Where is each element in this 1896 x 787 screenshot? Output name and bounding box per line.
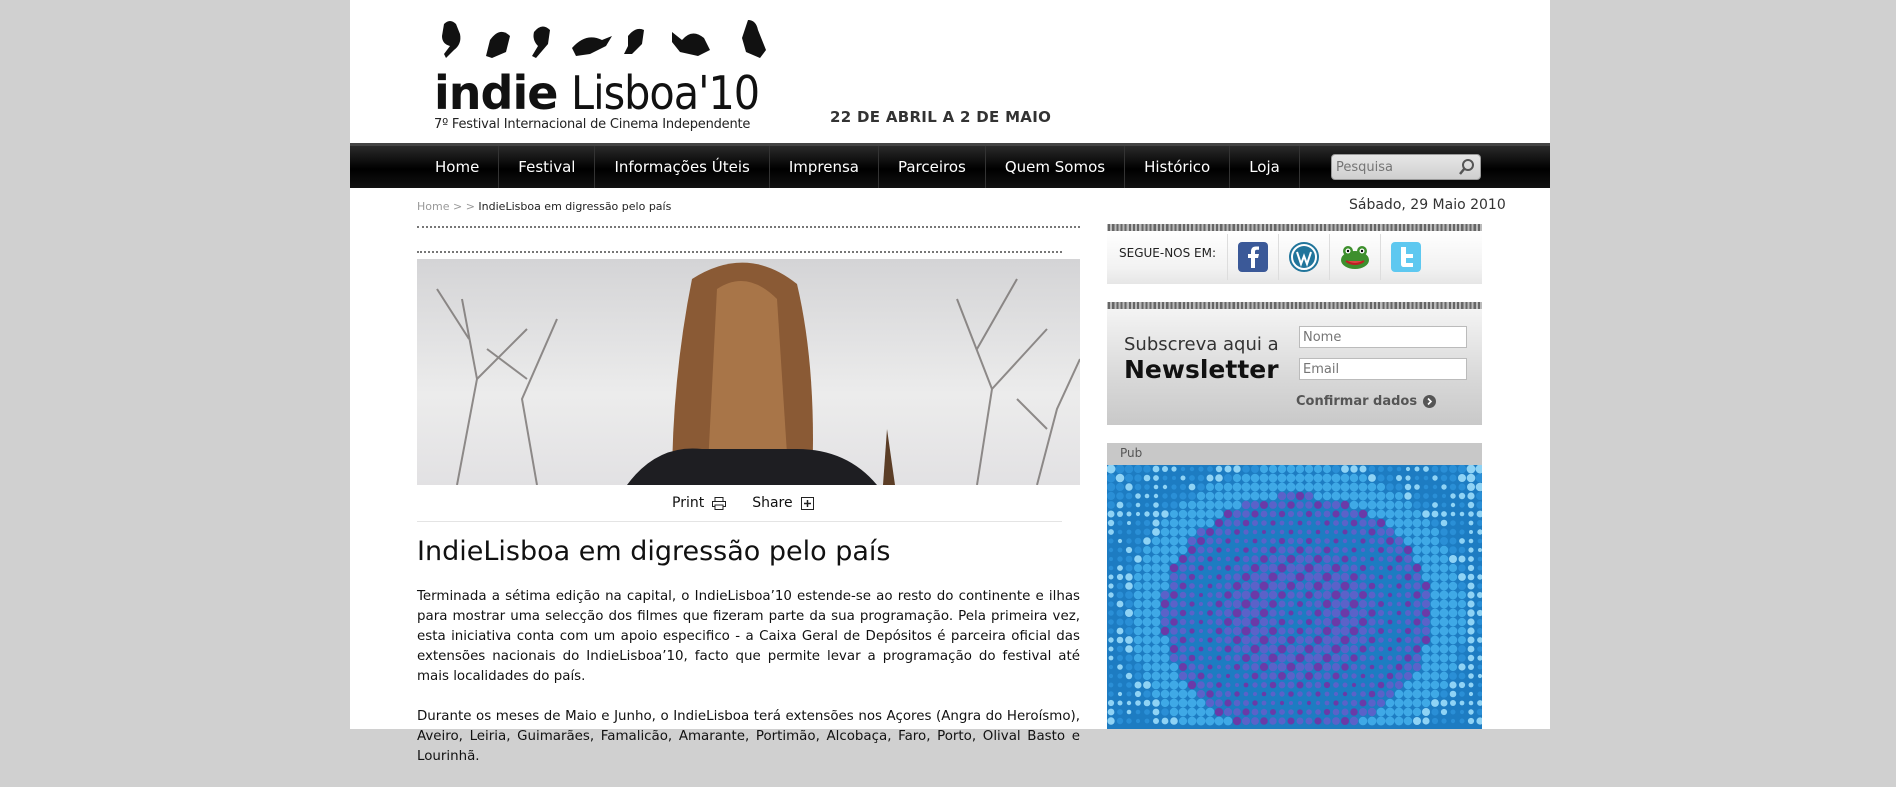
nav-parceiros[interactable]: Parceiros [879, 146, 986, 188]
nav-historico[interactable]: Histórico [1125, 146, 1231, 188]
facebook-link[interactable] [1227, 234, 1278, 280]
breadcrumb-home[interactable]: Home [417, 200, 449, 213]
newsletter-box: Subscreva aqui a Newsletter Confirmar da… [1107, 302, 1482, 425]
advert-label: Pub [1120, 446, 1143, 460]
share-button[interactable]: Share [752, 495, 814, 511]
print-button[interactable]: Print [672, 495, 727, 511]
nav-informacoes-uteis[interactable]: Informações Úteis [595, 146, 770, 188]
article-toolbar: Print Share [672, 495, 814, 511]
arrow-circle-icon [1423, 395, 1437, 408]
wordpress-icon [1289, 242, 1319, 272]
myspace-link[interactable] [1329, 234, 1380, 280]
newsletter-name-field[interactable] [1299, 326, 1467, 348]
search-input[interactable] [1336, 157, 1456, 177]
nav-quem-somos[interactable]: Quem Somos [986, 146, 1126, 188]
page: indie Lisboa'10 7º Festival Internaciona… [350, 0, 1550, 764]
current-date: Sábado, 29 Maio 2010 [1349, 197, 1506, 213]
newsletter-email-field[interactable] [1299, 358, 1467, 380]
breadcrumb-separator: > > [449, 200, 479, 213]
confirm-label: Confirmar dados [1296, 394, 1418, 409]
article-paragraph: Durante os meses de Maio e Junho, o Indi… [417, 709, 1080, 764]
nav-festival[interactable]: Festival [499, 146, 596, 188]
festival-logo[interactable]: indie Lisboa'10 7º Festival Internaciona… [432, 12, 782, 132]
main-nav: Home Festival Informações Úteis Imprensa… [350, 143, 1550, 188]
plus-box-icon [800, 496, 814, 510]
nav-imprensa[interactable]: Imprensa [770, 146, 879, 188]
newsletter-confirm-button[interactable]: Confirmar dados [1296, 394, 1437, 409]
festival-dates: 22 DE ABRIL A 2 DE MAIO [830, 108, 1052, 126]
search-icon[interactable] [1458, 158, 1476, 176]
search-box [1331, 154, 1481, 180]
article-title: IndieLisboa em digressão pelo país [417, 536, 891, 567]
logo-subtitle: 7º Festival Internacional de Cinema Inde… [434, 117, 751, 132]
myspace-frog-icon [1341, 246, 1369, 269]
follow-label: SEGUE-NOS EM: [1119, 246, 1217, 260]
breadcrumb-current: IndieLisboa em digressão pelo país [478, 200, 672, 213]
facebook-icon [1238, 242, 1268, 272]
follow-us-box: SEGUE-NOS EM: [1107, 224, 1482, 284]
logo-wordmark: indie Lisboa'10 [434, 66, 760, 120]
twitter-icon [1391, 242, 1421, 272]
nav-home[interactable]: Home [416, 146, 500, 188]
article-hero-image [417, 259, 1080, 485]
print-label: Print [672, 495, 705, 511]
divider [417, 251, 1062, 253]
advert-banner[interactable] [1107, 465, 1482, 729]
printer-icon [712, 496, 727, 510]
divider [417, 521, 1062, 522]
crows-logo-icon [442, 20, 766, 58]
divider [417, 226, 1080, 228]
twitter-link[interactable] [1380, 234, 1431, 280]
nav-loja[interactable]: Loja [1230, 146, 1300, 188]
article-paragraph: Terminada a sétima edição na capital, o … [417, 589, 1080, 684]
newsletter-heading-line1: Subscreva aqui a [1124, 334, 1279, 355]
newsletter-heading: Newsletter [1124, 355, 1279, 384]
article-body: Terminada a sétima edição na capital, o … [417, 587, 1080, 787]
advert-header: Pub [1107, 443, 1482, 465]
share-label: Share [752, 495, 793, 511]
wordpress-link[interactable] [1278, 234, 1329, 280]
breadcrumb: Home > > IndieLisboa em digressão pelo p… [417, 200, 671, 213]
